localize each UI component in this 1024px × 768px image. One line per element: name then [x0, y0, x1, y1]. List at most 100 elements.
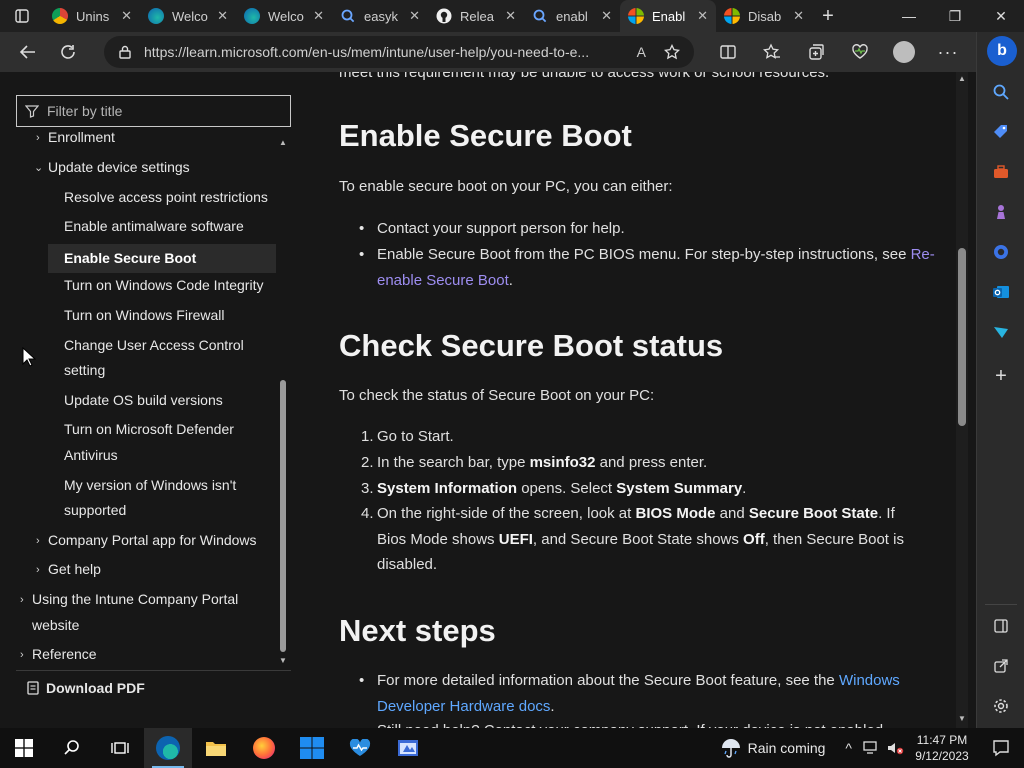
edge-icon — [244, 8, 260, 24]
toc-item-code-integrity[interactable]: Turn on Windows Code Integrity — [64, 273, 263, 298]
chevron-up-icon[interactable]: ^ — [839, 740, 858, 756]
close-icon[interactable]: ✕ — [601, 8, 612, 24]
close-icon[interactable]: ✕ — [505, 8, 516, 24]
clock-date: 9/12/2023 — [915, 749, 969, 763]
restore-button[interactable]: ❐ — [932, 0, 978, 32]
tab-3[interactable]: easyk ✕ — [332, 0, 428, 32]
tab-5[interactable]: enabl ✕ — [524, 0, 620, 32]
lock-icon[interactable] — [118, 45, 132, 59]
sidebar-settings-button[interactable] — [987, 692, 1015, 720]
read-aloud-icon[interactable]: A — [637, 44, 646, 60]
sidebar-add-button[interactable]: + — [987, 362, 1015, 390]
sidebar-drop-button[interactable] — [987, 318, 1015, 346]
sidebar-tools-button[interactable] — [987, 158, 1015, 186]
taskbar-search-button[interactable] — [48, 728, 96, 768]
scroll-down-icon[interactable]: ▼ — [958, 714, 966, 723]
tab-4[interactable]: Relea ✕ — [428, 0, 524, 32]
refresh-button[interactable] — [48, 32, 88, 72]
toc-item-firewall[interactable]: Turn on Windows Firewall — [64, 303, 225, 328]
download-pdf-button[interactable]: Download PDF — [16, 670, 291, 704]
url-text[interactable]: https://learn.microsoft.com/en-us/mem/in… — [144, 44, 614, 60]
close-icon[interactable]: ✕ — [697, 8, 708, 24]
close-window-button[interactable]: ✕ — [978, 0, 1024, 32]
taskbar-edge[interactable] — [144, 728, 192, 768]
developer-hardware-docs-link[interactable]: Developer Hardware docs — [377, 698, 550, 715]
favorite-star-icon[interactable] — [664, 44, 680, 60]
list-item: For more detailed information about the … — [377, 668, 939, 719]
close-icon[interactable]: ✕ — [121, 8, 132, 24]
toc-item-defender-cont[interactable]: Antivirus — [64, 443, 118, 468]
collections-button[interactable] — [794, 32, 838, 72]
bing-chat-button[interactable]: b — [987, 36, 1017, 66]
new-tab-button[interactable]: + — [812, 0, 844, 32]
scroll-up-icon[interactable]: ▲ — [279, 138, 287, 147]
scroll-up-icon[interactable]: ▲ — [958, 74, 966, 83]
close-icon[interactable]: ✕ — [409, 8, 420, 24]
tab-actions-button[interactable] — [0, 0, 44, 32]
sidebar-office-button[interactable] — [987, 238, 1015, 266]
close-icon[interactable]: ✕ — [793, 8, 804, 24]
network-icon[interactable] — [862, 740, 880, 756]
profile-button[interactable] — [882, 32, 926, 72]
volume-muted-icon[interactable] — [886, 740, 904, 756]
toc-item-antimalware[interactable]: Enable antimalware software — [64, 214, 244, 239]
page-scrollbar-thumb[interactable] — [958, 248, 966, 426]
notifications-button[interactable] — [978, 728, 1024, 768]
minimize-button[interactable]: — — [886, 0, 932, 32]
sidebar-outlook-button[interactable] — [987, 278, 1015, 306]
step-text: , and Secure Boot State shows — [532, 530, 744, 548]
taskbar-file-explorer[interactable] — [192, 728, 240, 768]
toc-item-os-build[interactable]: Update OS build versions — [64, 388, 223, 413]
toc-item-update-device-settings[interactable]: Update device settings — [48, 155, 190, 180]
weather-widget[interactable]: Rain coming — [720, 737, 840, 759]
close-icon[interactable]: ✕ — [313, 8, 324, 24]
address-bar[interactable]: https://learn.microsoft.com/en-us/mem/in… — [104, 36, 694, 68]
taskbar-store[interactable] — [288, 728, 336, 768]
toc-item-enable-secure-boot[interactable]: Enable Secure Boot — [48, 244, 276, 273]
toc-item-using-company-portal-cont[interactable]: website — [32, 613, 79, 638]
back-button[interactable] — [8, 32, 48, 72]
start-button[interactable] — [0, 728, 48, 768]
gear-icon — [994, 699, 1008, 713]
toc-item-using-company-portal[interactable]: Using the Intune Company Portal — [32, 587, 238, 612]
tab-6-active[interactable]: Enabl ✕ — [620, 0, 716, 32]
search-icon — [64, 740, 79, 755]
toc-item-windows-version-cont[interactable]: supported — [64, 498, 126, 523]
settings-more-button[interactable]: ··· — [926, 32, 970, 72]
sidebar-games-button[interactable] — [987, 198, 1015, 226]
browser-essentials-button[interactable] — [838, 32, 882, 72]
toc-item-company-portal-app[interactable]: Company Portal app for Windows — [48, 528, 257, 553]
taskbar-firefox[interactable] — [240, 728, 288, 768]
favorites-button[interactable] — [750, 32, 794, 72]
taskbar-health-app[interactable] — [336, 728, 384, 768]
toc-item-get-help[interactable]: Get help — [48, 557, 101, 582]
tab-7[interactable]: Disab ✕ — [716, 0, 812, 32]
filter-by-title-input[interactable]: Filter by title — [16, 95, 291, 127]
step-text: . If — [878, 505, 895, 522]
tab-1[interactable]: Welco ✕ — [140, 0, 236, 32]
task-view-button[interactable] — [96, 728, 144, 768]
more-icon: ··· — [937, 41, 959, 62]
sidebar-external-button[interactable] — [987, 652, 1015, 680]
toc-item-uac-cont[interactable]: setting — [64, 358, 105, 383]
toc-item-reference[interactable]: Reference — [32, 642, 97, 666]
sidebar-search-button[interactable] — [987, 78, 1015, 106]
tab-title: Enabl — [652, 8, 686, 24]
toc-item-windows-version[interactable]: My version of Windows isn't — [64, 473, 236, 498]
sidebar-hide-button[interactable] — [987, 612, 1015, 640]
clock[interactable]: 11:47 PM 9/12/2023 — [906, 732, 978, 764]
close-icon[interactable]: ✕ — [217, 8, 228, 24]
tab-2[interactable]: Welco ✕ — [236, 0, 332, 32]
tab-0[interactable]: Unins ✕ — [44, 0, 140, 32]
split-screen-button[interactable] — [706, 32, 750, 72]
toc-item-uac[interactable]: Change User Access Control — [64, 333, 244, 358]
scroll-down-icon[interactable]: ▼ — [279, 656, 287, 665]
toc-item-resolve-access[interactable]: Resolve access point restrictions — [64, 185, 268, 210]
toc-item-defender[interactable]: Turn on Microsoft Defender — [64, 417, 234, 442]
sidebar-shopping-button[interactable] — [987, 118, 1015, 146]
toc-item-enrollment[interactable]: Enrollment — [48, 128, 115, 150]
taskbar-app[interactable] — [384, 728, 432, 768]
windows-hardware-link[interactable]: Windows — [839, 672, 900, 689]
toc-scrollbar-thumb[interactable] — [280, 380, 286, 652]
outlook-icon — [993, 286, 1009, 298]
